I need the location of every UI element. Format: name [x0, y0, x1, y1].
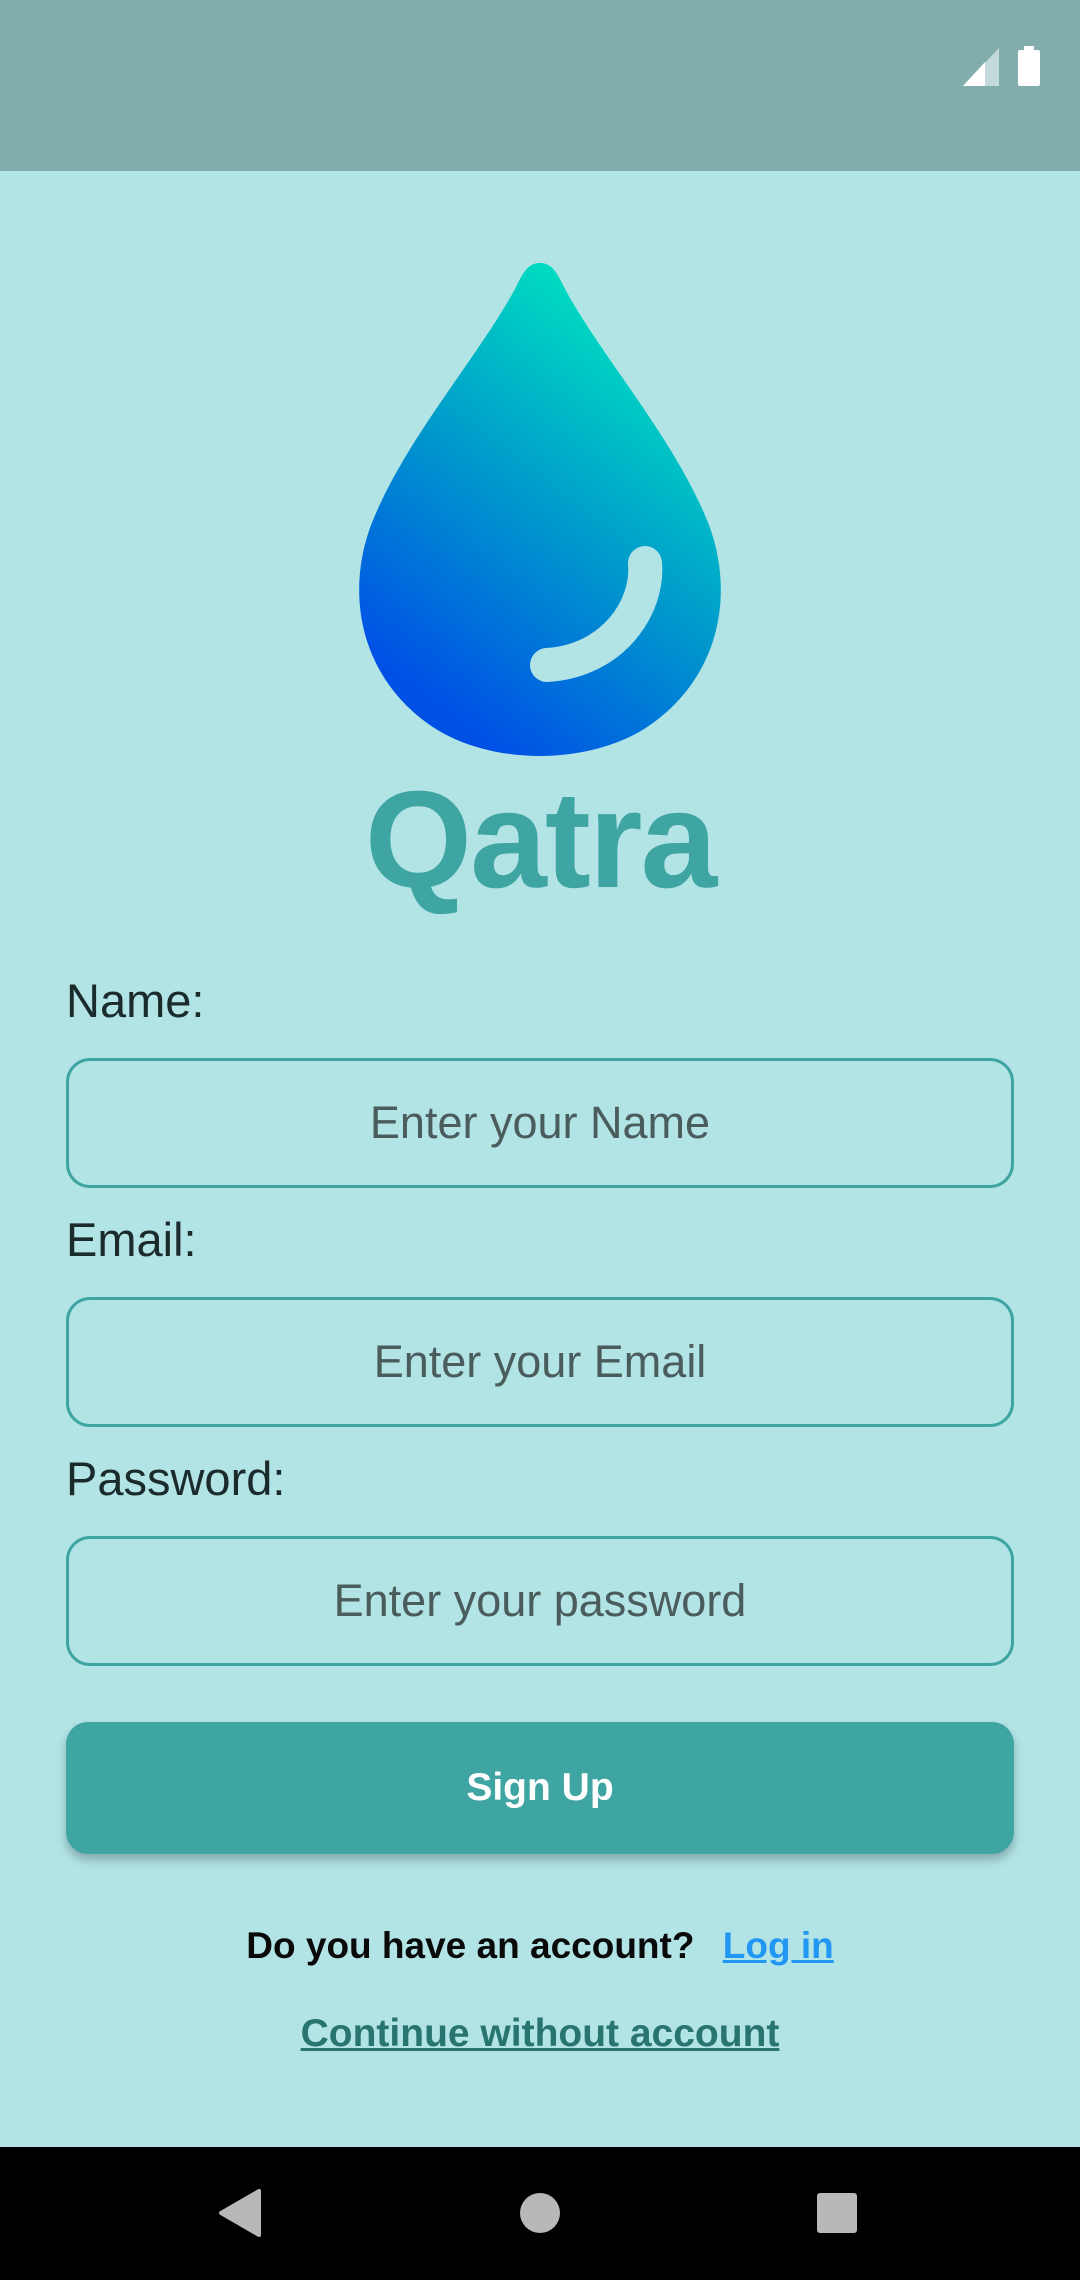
- signup-button[interactable]: Sign Up: [66, 1722, 1014, 1854]
- login-prompt: Do you have an account? Log in: [0, 1918, 1080, 1974]
- brand-name: Qatra: [364, 763, 718, 917]
- login-link[interactable]: Log in: [723, 1925, 834, 1966]
- password-label: Password:: [66, 1452, 286, 1505]
- back-icon[interactable]: [205, 2177, 277, 2249]
- water-drop-logo: [359, 263, 721, 756]
- email-field[interactable]: [66, 1297, 1014, 1427]
- status-bar: [0, 0, 1080, 171]
- recents-icon[interactable]: [801, 2177, 873, 2249]
- name-label: Name:: [66, 974, 205, 1027]
- continue-without-account-link[interactable]: Continue without account: [0, 2006, 1080, 2062]
- password-field[interactable]: [66, 1536, 1014, 1666]
- navigation-bar: [0, 2147, 1080, 2280]
- battery-icon: [1018, 46, 1040, 86]
- home-icon[interactable]: [504, 2177, 576, 2249]
- name-field[interactable]: [66, 1058, 1014, 1188]
- signal-icon: [963, 48, 999, 86]
- account-question-text: Do you have an account?: [246, 1925, 695, 1966]
- email-label: Email:: [66, 1213, 197, 1266]
